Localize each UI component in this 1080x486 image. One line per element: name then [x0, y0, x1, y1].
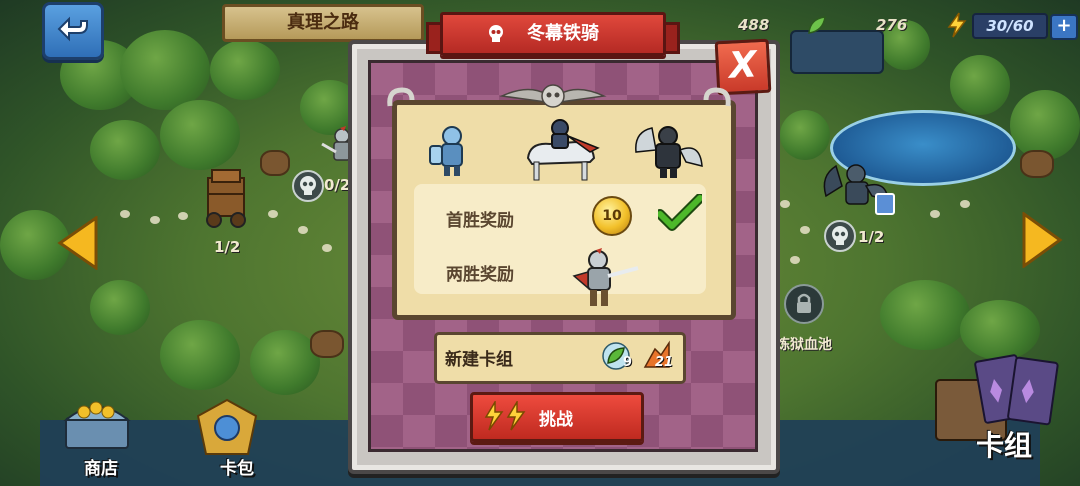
- two-win-label: 两胜奖励: [446, 265, 514, 285]
- tree: [120, 30, 210, 110]
- tree: [90, 120, 160, 180]
- deck-label: 卡组: [976, 429, 1033, 462]
- path-dot: [780, 200, 790, 208]
- skull-node-left[interactable]: [292, 170, 324, 202]
- tower-progress: 1/2: [214, 238, 241, 256]
- path-dot: [960, 200, 970, 208]
- path-dot: [120, 210, 130, 218]
- tree: [780, 110, 830, 160]
- first-win-label: 首胜奖励: [446, 211, 514, 231]
- card-pack-button[interactable]: 卡包: [176, 392, 276, 486]
- right-arrow-icon[interactable]: [1022, 212, 1064, 268]
- path-dot: [322, 244, 332, 252]
- tree: [880, 280, 970, 350]
- map-title-banner: 真理之路: [222, 4, 424, 42]
- tree-stump: [1020, 150, 1054, 178]
- locked-location-name: 炼狱血池: [776, 337, 832, 353]
- path-dot: [298, 226, 308, 234]
- lock-icon: [797, 293, 811, 313]
- stone-platform: [790, 30, 884, 74]
- tree-stump: [260, 150, 290, 176]
- deck-button[interactable]: 卡组: [920, 350, 1080, 486]
- skull-icon: [489, 25, 503, 42]
- left-arrow-icon[interactable]: [56, 216, 98, 270]
- skull-icon: [300, 176, 316, 195]
- leaf-count: 276: [876, 16, 908, 34]
- back-button[interactable]: [42, 2, 104, 60]
- deck-name: 新建卡组: [445, 350, 513, 370]
- right-skull-progress: 1/2: [858, 228, 885, 246]
- back-arrow-icon: [57, 16, 88, 42]
- skull-icon: [832, 226, 848, 245]
- tree: [950, 55, 1010, 115]
- iron-cavalry-icon: [526, 119, 600, 181]
- tree: [90, 280, 150, 335]
- siege-tower-icon: [206, 169, 246, 228]
- scroll-curl-right: [703, 87, 731, 107]
- ice-soldier-icon: [429, 126, 463, 176]
- scroll-curl-left: [387, 87, 415, 107]
- shop-button[interactable]: 商店: [52, 392, 144, 486]
- winter-boss-icon[interactable]: [816, 156, 896, 216]
- tree: [1010, 90, 1080, 160]
- gem-count: 488: [738, 16, 770, 34]
- add-energy-button[interactable]: +: [1050, 14, 1078, 40]
- stage-title-ribbon: 冬幕铁骑: [440, 12, 666, 56]
- stage-title: 冬幕铁骑: [527, 23, 599, 44]
- shop-label: 商店: [84, 459, 118, 479]
- energy-counter: 30/60: [972, 13, 1048, 39]
- tree: [160, 100, 240, 170]
- tree-stump: [310, 330, 344, 358]
- gold-coin-reward: 10: [592, 196, 632, 236]
- energy-lightning-icon: [947, 12, 967, 38]
- card-pack-label: 卡包: [220, 459, 254, 479]
- lightning-icon: [484, 401, 526, 431]
- checkmark-icon: [658, 194, 702, 231]
- treasure-chest-icon: [63, 401, 131, 449]
- skull-node-right[interactable]: [824, 220, 856, 252]
- leaf-cost: 9: [623, 355, 633, 370]
- path-dot: [178, 212, 188, 220]
- siege-tower-node[interactable]: [200, 168, 252, 230]
- tree: [160, 320, 240, 390]
- challenge-label: 挑战: [539, 410, 573, 430]
- locked-location-node[interactable]: [784, 284, 824, 324]
- card-pack-icon: [196, 398, 258, 455]
- dark-knight-icon: [635, 126, 703, 178]
- path-dot: [790, 256, 800, 264]
- leaf-icon: [808, 16, 826, 34]
- tree: [210, 40, 280, 100]
- unit-count: 21: [655, 355, 674, 370]
- deck-selector[interactable]: 新建卡组 9 21: [434, 332, 686, 384]
- path-dot: [268, 210, 278, 218]
- challenge-button[interactable]: 挑战: [470, 392, 644, 442]
- path-dot: [150, 216, 160, 224]
- path-dot: [930, 210, 940, 218]
- left-skull-progress: 0/2: [324, 176, 351, 194]
- path-dot: [800, 226, 810, 234]
- knight-reward-icon: [572, 248, 639, 306]
- skull-crest-icon: [499, 84, 607, 108]
